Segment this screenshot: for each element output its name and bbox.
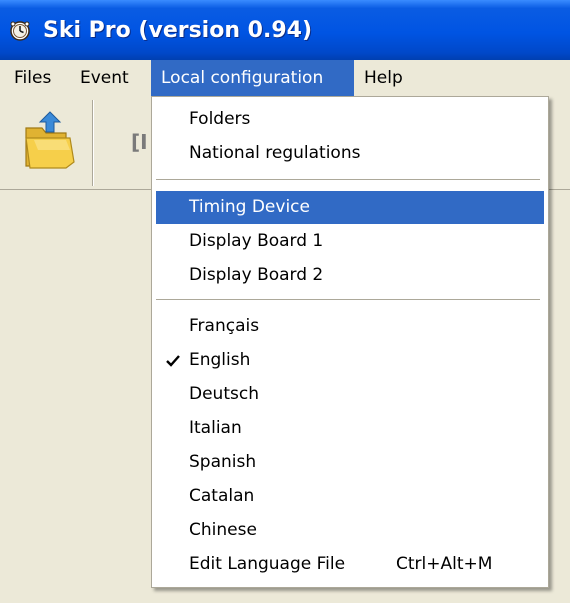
menu-item-chinese[interactable]: Chinese — [156, 514, 544, 547]
menu-separator — [156, 299, 540, 300]
window-title: Ski Pro (version 0.94) — [43, 18, 312, 43]
menu-help[interactable]: Help — [364, 60, 403, 96]
menu-item-francais[interactable]: Français — [156, 310, 544, 343]
menu-item-display-board-2[interactable]: Display Board 2 — [156, 259, 544, 292]
toolbar-partial-label: [I — [131, 130, 148, 154]
menu-item-spanish[interactable]: Spanish — [156, 446, 544, 479]
folder-open-icon[interactable] — [20, 110, 78, 172]
menu-bar: Files Event Local configuration Help — [0, 60, 570, 96]
menu-item-national-regulations[interactable]: National regulations — [156, 137, 544, 170]
menu-item-english[interactable]: English — [156, 344, 544, 377]
menu-separator — [156, 179, 540, 180]
menu-item-catalan[interactable]: Catalan — [156, 480, 544, 513]
shortcut-label: Ctrl+Alt+M — [396, 554, 493, 574]
gear-clock-icon — [10, 21, 30, 41]
menu-local-configuration[interactable]: Local configuration — [151, 60, 354, 96]
checkmark-icon — [166, 355, 180, 367]
menu-item-timing-device[interactable]: Timing Device — [156, 191, 544, 224]
menu-item-display-board-1[interactable]: Display Board 1 — [156, 225, 544, 258]
toolbar-separator — [92, 100, 94, 186]
menu-item-deutsch[interactable]: Deutsch — [156, 378, 544, 411]
local-configuration-dropdown: Folders National regulations Timing Devi… — [151, 96, 549, 588]
title-bar[interactable]: Ski Pro (version 0.94) — [0, 0, 570, 60]
menu-item-edit-language-file-label: Edit Language File — [189, 554, 346, 574]
menu-item-edit-language-file[interactable]: Edit Language File Ctrl+Alt+M — [156, 548, 544, 581]
menu-item-folders[interactable]: Folders — [156, 103, 544, 136]
menu-files[interactable]: Files — [14, 60, 51, 96]
menu-item-italian[interactable]: Italian — [156, 412, 544, 445]
menu-event[interactable]: Event — [80, 60, 129, 96]
menu-item-english-label: English — [189, 350, 251, 370]
